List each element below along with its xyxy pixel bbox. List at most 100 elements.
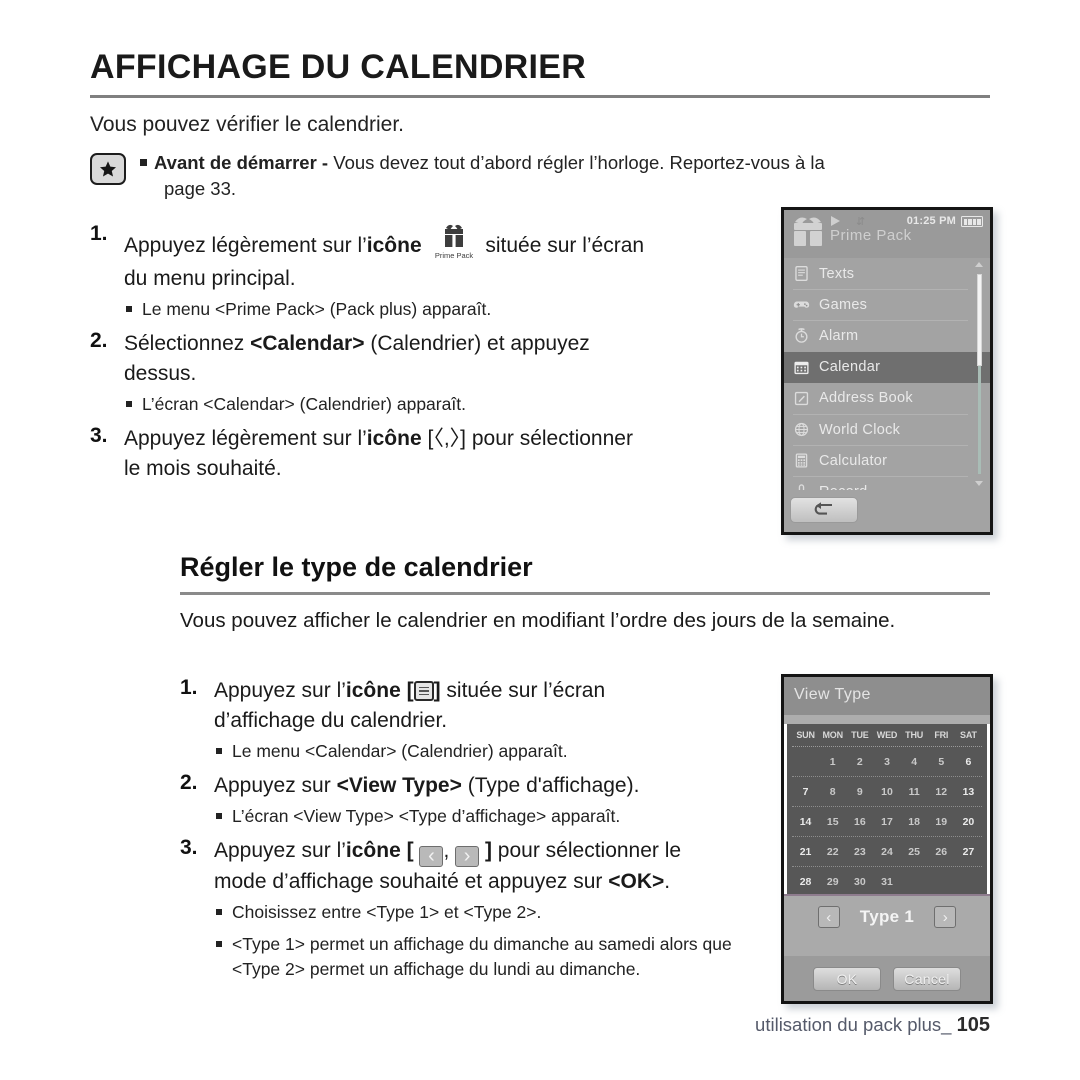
chevron-left-icon[interactable]: ‹: [817, 906, 840, 928]
calendar-day-cell[interactable]: 18: [901, 816, 928, 828]
step-3-pre: Appuyez légèrement sur l’: [124, 427, 367, 450]
calendar-day-cell[interactable]: 21: [792, 846, 819, 858]
s2-step-1-sub-1: Le menu <Calendar> (Calendrier) apparaît…: [214, 739, 780, 764]
calendar-day-cell[interactable]: 30: [846, 876, 873, 888]
menu-item-games[interactable]: Games: [784, 289, 990, 320]
s2-step-1-bold: icône [: [345, 679, 414, 702]
view-type-value: Type 1: [859, 907, 915, 926]
calendar-day-cell[interactable]: 26: [928, 846, 955, 858]
calendar-day-cell[interactable]: 1: [819, 756, 846, 768]
prime-pack-icon: Prime Pack: [428, 222, 480, 264]
calendar-day-cell[interactable]: 15: [819, 816, 846, 828]
section1-steps: 1. Appuyez légèrement sur l’icône Prime …: [90, 222, 770, 486]
back-button[interactable]: [790, 497, 858, 523]
cancel-button[interactable]: Cancel: [893, 966, 961, 991]
calendar-day-cell[interactable]: 6: [955, 756, 982, 768]
calendar-day-cell[interactable]: 12: [928, 786, 955, 798]
s2-step-3-line2-pre: mode d’affichage souhaité et appuyez sur: [214, 870, 609, 893]
page-footer: utilisation du pack plus_ 105: [755, 1014, 990, 1037]
calendar-day-cell[interactable]: 28: [792, 876, 819, 888]
calendar-day-cell[interactable]: 27: [955, 846, 982, 858]
calendar-day-cell[interactable]: 7: [792, 786, 819, 798]
calendar-day-cell[interactable]: 16: [846, 816, 873, 828]
day-header: SUN: [796, 730, 815, 740]
calendar-day-cell[interactable]: 19: [928, 816, 955, 828]
prime-pack-menu-list[interactable]: Texts Games Alarm Calendar Address Book …: [784, 258, 990, 500]
menu-item-alarm[interactable]: Alarm: [784, 320, 990, 351]
day-header: FRI: [934, 730, 949, 740]
menu-item-texts[interactable]: Texts: [784, 258, 990, 289]
s2-step-1-line2: d’affichage du calendrier.: [214, 709, 448, 732]
calendar-day-cell[interactable]: 20: [955, 816, 982, 828]
menu-item-label: Calculator: [819, 452, 888, 469]
calendar-week-row: 28 29 30 31: [792, 867, 982, 896]
step-2: 2. Sélectionnez <Calendar> (Calendrier) …: [90, 329, 770, 417]
day-header: SAT: [960, 730, 977, 740]
calendar-day-cell[interactable]: 5: [928, 756, 955, 768]
chevron-right-icon[interactable]: ›: [934, 906, 957, 928]
calendar-day-cell[interactable]: 17: [873, 816, 900, 828]
s2-step-1-number: 1.: [180, 676, 198, 699]
calendar-day-cell[interactable]: 10: [873, 786, 900, 798]
step-1: 1. Appuyez légèrement sur l’icône Prime …: [90, 222, 770, 322]
menu-item-calendar[interactable]: Calendar: [784, 351, 990, 383]
title-divider: [90, 95, 990, 98]
calendar-day-cell[interactable]: 3: [873, 756, 900, 768]
calendar-day-cell[interactable]: 23: [846, 846, 873, 858]
note-body: Vous devez tout d’abord régler l’horloge…: [328, 152, 825, 173]
s2-step-1-pre: Appuyez sur l’: [214, 679, 346, 702]
s2-step-2-sub-1: L’écran <View Type> <Type d’affichage> a…: [214, 804, 780, 829]
menu-item-calculator[interactable]: Calculator: [784, 445, 990, 476]
device-screenshot-prime-pack: ⇵ 01:25 PM Prime Pack Texts Games Alarm …: [781, 207, 993, 535]
s2-step-3-line2: mode d’affichage souhaité et appuyez sur…: [214, 867, 780, 897]
calendar-week-row: 7 8 9 10 11 12 13: [792, 777, 982, 807]
address-book-icon: [794, 391, 809, 405]
calendar-week-row: 1 2 3 4 5 6: [792, 747, 982, 777]
scrollbar[interactable]: [974, 260, 985, 488]
calendar-day-cell[interactable]: 8: [819, 786, 846, 798]
calendar-day-cell[interactable]: 22: [819, 846, 846, 858]
day-header: MON: [822, 730, 844, 740]
calendar-day-cell[interactable]: 29: [819, 876, 846, 888]
calendar-day-cell[interactable]: 14: [792, 816, 819, 828]
s2-step-3-sub-1: Choisissez entre <Type 1> et <Type 2>.: [214, 900, 780, 925]
step-3: 3. Appuyez légèrement sur l’icône [〈,〉] …: [90, 424, 770, 484]
scroll-thumb[interactable]: [977, 274, 982, 366]
menu-item-address-book[interactable]: Address Book: [784, 383, 990, 414]
step-1-post: située sur l’écran: [485, 234, 645, 257]
note-continuation: page 33.: [164, 178, 237, 199]
s2-step-2-pre: Appuyez sur: [214, 774, 337, 797]
menu-item-label: World Clock: [819, 421, 901, 438]
scroll-down-arrow-icon[interactable]: [975, 481, 983, 486]
view-type-header: View Type: [784, 677, 990, 715]
dialog-footer: OK Cancel: [784, 956, 990, 1001]
calendar-day-cell[interactable]: 9: [846, 786, 873, 798]
calendar-day-cell[interactable]: 4: [901, 756, 928, 768]
ok-button[interactable]: OK: [813, 966, 881, 991]
calendar-week-row: 14 15 16 17 18 19 20: [792, 807, 982, 837]
menu-item-label: Address Book: [819, 390, 913, 407]
calendar-day-headers: SUN MON TUE WED THU FRI SAT: [792, 724, 982, 747]
section2-divider: [180, 592, 990, 595]
footer-text: utilisation du pack plus_: [755, 1014, 952, 1035]
calendar-day-cell[interactable]: 24: [873, 846, 900, 858]
play-icon: [831, 216, 840, 226]
calendar-grid: SUN MON TUE WED THU FRI SAT 1 2 3 4 5 6 …: [787, 724, 987, 894]
calculator-icon: [795, 453, 808, 468]
step-2-sub-1: L’écran <Calendar> (Calendrier) apparaît…: [124, 392, 770, 417]
menu-item-world-clock[interactable]: World Clock: [784, 413, 990, 445]
header-spacer: [784, 715, 990, 724]
s2-step-3-line2-post: .: [664, 870, 671, 893]
section2-title: Régler le type de calendrier: [180, 552, 533, 582]
screen-title: Prime Pack: [830, 227, 912, 244]
calendar-day-cell[interactable]: 25: [901, 846, 928, 858]
calendar-day-cell[interactable]: 11: [901, 786, 928, 798]
note-bold-lead: Avant de démarrer -: [154, 152, 329, 173]
s2-step-1-bold-close: ]: [433, 679, 441, 702]
calendar-day-cell[interactable]: 13: [955, 786, 982, 798]
chevron-left-button: ‹: [419, 846, 444, 867]
scroll-up-arrow-icon[interactable]: [975, 262, 983, 267]
calendar-day-cell[interactable]: 31: [873, 876, 900, 888]
calendar-icon: [794, 361, 809, 374]
calendar-day-cell[interactable]: 2: [846, 756, 873, 768]
